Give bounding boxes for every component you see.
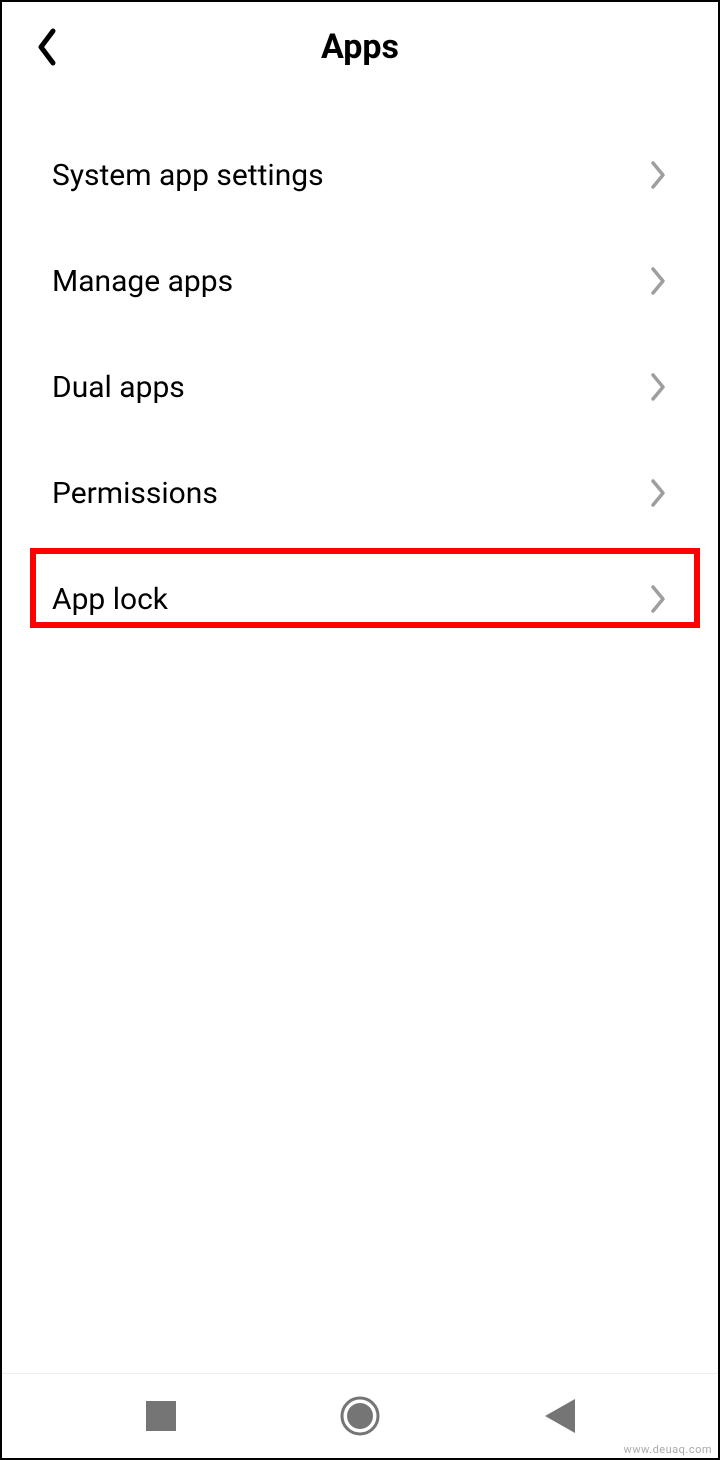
chevron-right-icon [648, 159, 668, 191]
header-bar: Apps [2, 2, 718, 92]
list-item-manage-apps[interactable]: Manage apps [2, 228, 718, 334]
nav-recents-button[interactable] [121, 1386, 201, 1446]
back-button[interactable] [22, 22, 72, 72]
list-item-app-lock[interactable]: App lock [2, 546, 718, 652]
list-item-dual-apps[interactable]: Dual apps [2, 334, 718, 440]
watermark-text: www.deuaq.com [624, 1443, 712, 1456]
list-item-label: Dual apps [52, 370, 185, 405]
chevron-right-icon [648, 265, 668, 297]
page-title: Apps [321, 27, 399, 67]
circle-icon [340, 1396, 380, 1436]
square-icon [146, 1401, 176, 1431]
list-item-label: System app settings [52, 158, 324, 193]
chevron-right-icon [648, 583, 668, 615]
list-item-label: App lock [52, 582, 168, 617]
chevron-right-icon [648, 371, 668, 403]
navigation-bar [2, 1373, 718, 1458]
nav-home-button[interactable] [320, 1386, 400, 1446]
triangle-left-icon [543, 1399, 575, 1433]
list-item-label: Manage apps [52, 264, 233, 299]
list-item-permissions[interactable]: Permissions [2, 440, 718, 546]
nav-back-button[interactable] [519, 1386, 599, 1446]
chevron-left-icon [35, 27, 59, 67]
chevron-right-icon [648, 477, 668, 509]
settings-list: System app settings Manage apps Dual app… [2, 92, 718, 1373]
list-item-label: Permissions [52, 476, 218, 511]
list-item-system-app-settings[interactable]: System app settings [2, 122, 718, 228]
